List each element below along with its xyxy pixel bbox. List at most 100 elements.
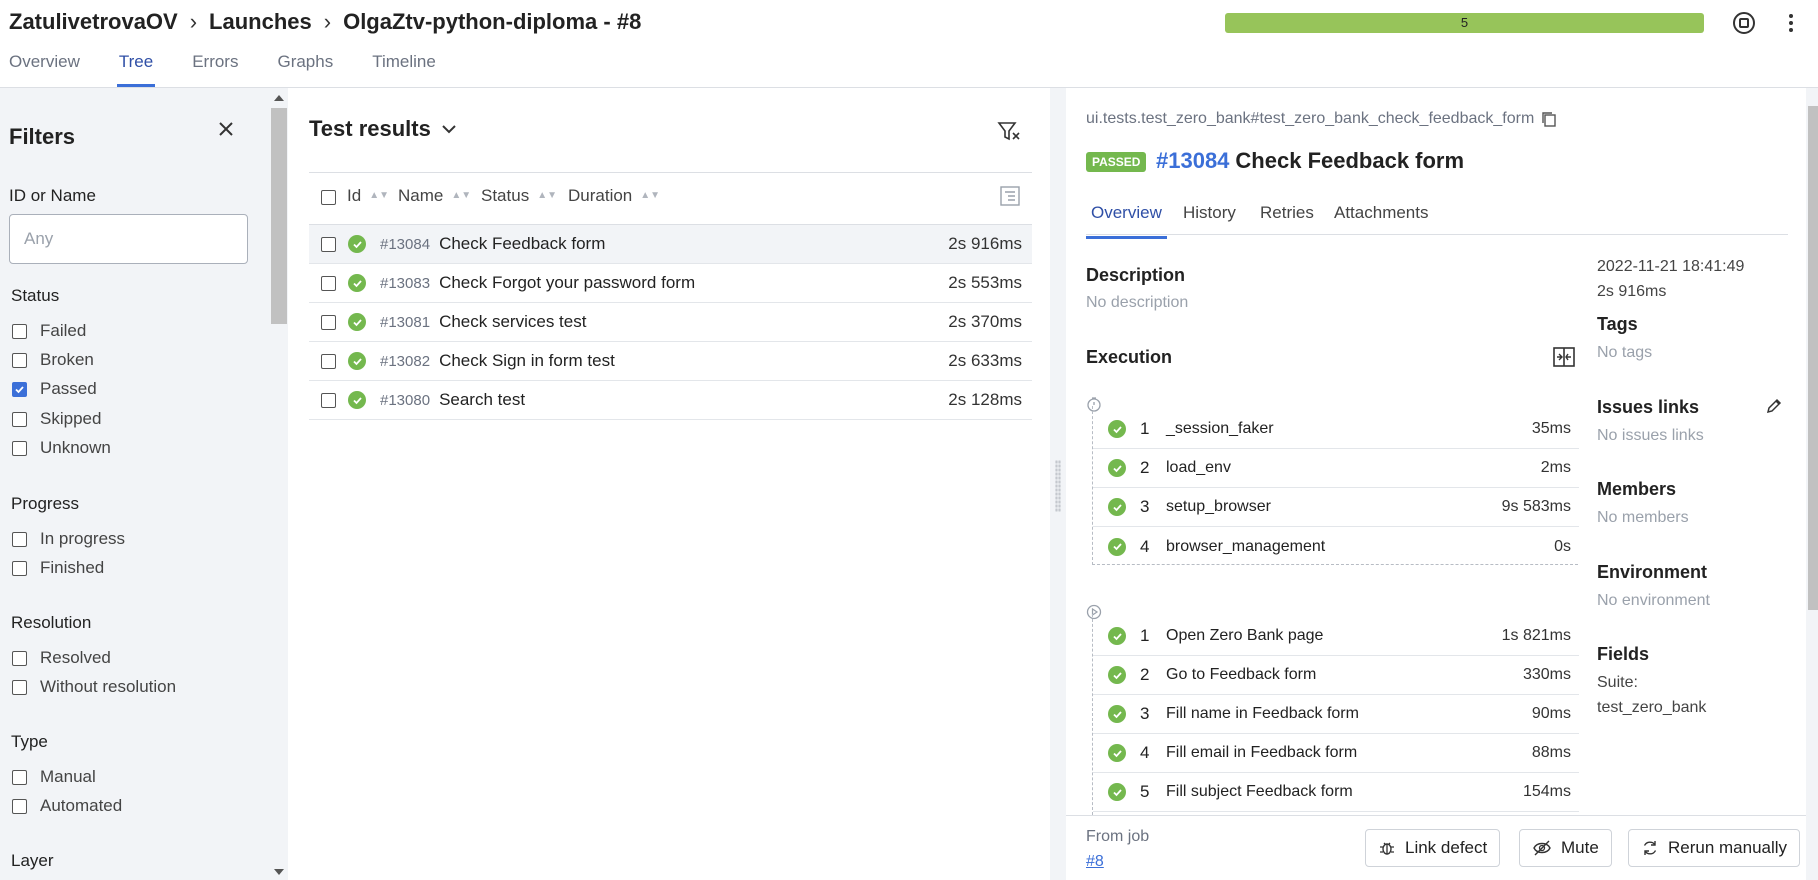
checkbox[interactable] <box>12 560 27 576</box>
tab-overview[interactable]: Overview <box>9 52 80 87</box>
progress-in-progress-checkbox[interactable]: In progress <box>12 529 125 549</box>
list-item[interactable]: 5 Fill subject Feedback form 154ms <box>1093 773 1579 812</box>
filters-scrollbar-thumb[interactable] <box>271 108 287 324</box>
checkbox[interactable] <box>12 531 27 547</box>
checkbox-label: Passed <box>40 379 97 398</box>
progress-finished-checkbox[interactable]: Finished <box>12 558 104 578</box>
scroll-up-icon[interactable] <box>274 94 284 102</box>
row-checkbox[interactable] <box>321 392 336 408</box>
tree-view-icon[interactable] <box>999 185 1021 207</box>
type-manual-checkbox[interactable]: Manual <box>12 767 96 787</box>
row-checkbox[interactable] <box>321 275 336 291</box>
checkbox[interactable] <box>12 440 27 456</box>
table-row[interactable]: #13081 Check services test 2s 370ms <box>309 303 1032 342</box>
detail-tab-history[interactable]: History <box>1183 203 1236 234</box>
test-results-title: Test results <box>309 116 431 141</box>
detail-tab-retries[interactable]: Retries <box>1260 203 1314 234</box>
top-bar: ZatulivetrovaOV › Launches › OlgaZtv-pyt… <box>0 0 1818 45</box>
list-item[interactable]: 4 Fill email in Feedback form 88ms <box>1093 734 1579 773</box>
checkbox[interactable] <box>12 352 27 368</box>
list-item[interactable]: 2 load_env 2ms <box>1093 449 1579 488</box>
resolution-resolved-checkbox[interactable]: Resolved <box>12 648 111 668</box>
table-row[interactable]: #13080 Search test 2s 128ms <box>309 381 1032 420</box>
checkbox[interactable] <box>12 679 27 695</box>
list-item[interactable]: 3 Fill name in Feedback form 90ms <box>1093 695 1579 734</box>
passed-status-icon <box>1108 666 1126 684</box>
status-broken-checkbox[interactable]: Broken <box>12 350 94 370</box>
column-status-header[interactable]: Status ▲▼ <box>481 186 557 206</box>
tags-value: No tags <box>1597 344 1653 361</box>
test-id: #13083 <box>380 274 431 292</box>
list-item[interactable]: 1 _session_faker 35ms <box>1093 410 1579 449</box>
check-icon <box>15 385 24 393</box>
tab-timeline[interactable]: Timeline <box>372 52 436 87</box>
test-detail-panel: ui.tests.test_zero_bank#test_zero_bank_c… <box>1066 88 1818 880</box>
row-checkbox[interactable] <box>321 314 336 330</box>
environment-label: Environment <box>1597 562 1708 582</box>
column-id-header[interactable]: Id ▲▼ <box>347 186 389 206</box>
progress-count: 5 <box>1460 15 1469 30</box>
tab-errors[interactable]: Errors <box>192 52 238 87</box>
checkbox[interactable] <box>12 323 27 339</box>
detail-scrollbar-thumb[interactable] <box>1808 106 1818 610</box>
step-duration: 154ms <box>1522 783 1571 800</box>
status-failed-checkbox[interactable]: Failed <box>12 321 86 341</box>
step-duration: 90ms <box>1531 705 1571 722</box>
collapse-steps-icon[interactable] <box>1552 345 1576 369</box>
test-id: #13082 <box>380 352 431 370</box>
checkbox-checked[interactable] <box>12 381 27 397</box>
status-passed-checkbox[interactable]: Passed <box>12 379 97 399</box>
table-row[interactable]: #13083 Check Forgot your password form 2… <box>309 264 1032 303</box>
breadcrumb-project[interactable]: ZatulivetrovaOV <box>9 9 178 35</box>
list-item[interactable]: 1 Open Zero Bank page 1s 821ms <box>1093 617 1579 656</box>
status-skipped-checkbox[interactable]: Skipped <box>12 409 101 429</box>
edit-pencil-icon[interactable] <box>1764 396 1784 416</box>
id-or-name-input[interactable] <box>9 214 248 264</box>
test-id: #13080 <box>380 391 431 409</box>
list-item[interactable]: 2 Go to Feedback form 330ms <box>1093 656 1579 695</box>
clear-filter-icon[interactable] <box>996 118 1022 144</box>
close-icon[interactable] <box>215 118 237 140</box>
link-defect-button[interactable]: Link defect <box>1365 829 1501 867</box>
stop-icon[interactable] <box>1731 10 1757 36</box>
resolution-without-checkbox[interactable]: Without resolution <box>12 677 176 697</box>
select-all-checkbox[interactable] <box>321 190 336 205</box>
chevron-right-icon: › <box>189 9 198 34</box>
row-checkbox[interactable] <box>321 236 336 252</box>
column-duration-header[interactable]: Duration ▲▼ <box>568 186 660 206</box>
fields-value: test_zero_bank <box>1597 699 1707 716</box>
type-automated-checkbox[interactable]: Automated <box>12 796 122 816</box>
checkbox[interactable] <box>12 650 27 666</box>
rerun-manually-button[interactable]: Rerun manually <box>1628 829 1801 867</box>
description-value: No description <box>1086 294 1189 311</box>
detail-tab-attachments[interactable]: Attachments <box>1334 203 1429 234</box>
list-item[interactable]: 4 browser_management 0s <box>1093 527 1579 566</box>
copy-icon[interactable] <box>1540 110 1558 128</box>
status-unknown-checkbox[interactable]: Unknown <box>12 438 111 458</box>
checkbox[interactable] <box>12 769 27 785</box>
table-row[interactable]: #13084 Check Feedback form 2s 916ms <box>309 225 1032 264</box>
list-item[interactable]: 3 setup_browser 9s 583ms <box>1093 488 1579 527</box>
more-vertical-icon[interactable] <box>1778 10 1804 36</box>
scroll-down-icon[interactable] <box>274 868 284 876</box>
breadcrumb-launches[interactable]: Launches <box>209 9 312 35</box>
column-name-header[interactable]: Name ▲▼ <box>398 186 471 206</box>
fields-label: Fields <box>1597 644 1650 664</box>
from-job-link[interactable]: #8 <box>1086 853 1104 871</box>
tab-tree[interactable]: Tree <box>116 52 156 87</box>
detail-tab-overview[interactable]: Overview <box>1086 203 1167 239</box>
table-row[interactable]: #13082 Check Sign in form test 2s 633ms <box>309 342 1032 381</box>
test-results-dropdown[interactable]: Test results <box>309 116 458 142</box>
chevron-down-icon <box>442 125 456 134</box>
test-id: #13081 <box>380 313 431 331</box>
test-duration: 2s 553ms <box>948 273 1022 292</box>
row-checkbox[interactable] <box>321 353 336 369</box>
checkbox-label: Without resolution <box>40 677 177 696</box>
checkbox[interactable] <box>12 411 27 427</box>
tab-graphs[interactable]: Graphs <box>277 52 333 87</box>
mute-button[interactable]: Mute <box>1519 829 1612 867</box>
checkbox[interactable] <box>12 798 27 814</box>
drag-handle-icon[interactable] <box>1055 460 1061 512</box>
test-results-panel: Test results Id ▲▼ Name ▲▼ Status ▲▼ Durati… <box>288 88 1050 880</box>
total-duration: 2s 916ms <box>1597 283 1667 300</box>
